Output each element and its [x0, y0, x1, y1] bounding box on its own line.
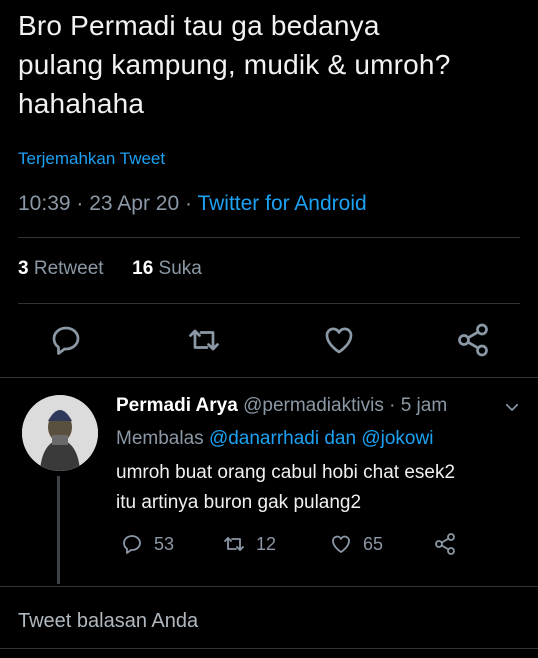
replying-prefix: Membalas [116, 428, 204, 449]
heart-icon [332, 535, 350, 553]
reply-retweet-button[interactable]: 12 [222, 530, 276, 558]
like-stat[interactable]: 16 Suka [132, 258, 202, 279]
tweet-meta: 10:39 · 23 Apr 20 · Twitter for Android [18, 192, 367, 216]
more-options-button[interactable] [503, 398, 521, 416]
reply-age: 5 jam [400, 395, 448, 416]
tweet-stats: 3 Retweet 16 Suka [18, 258, 202, 280]
replying-to: Membalas @danarrhadi dan @jokowi [116, 428, 433, 450]
tweet-time: 10:39 [18, 192, 71, 215]
heart-icon [325, 327, 353, 354]
divider [18, 237, 520, 238]
share-icon [458, 323, 488, 357]
avatar[interactable] [22, 395, 98, 471]
retweet-icon [189, 329, 219, 351]
retweet-count: 3 [18, 258, 29, 279]
share-button[interactable] [455, 322, 491, 358]
retweet-stat-label: Retweet [33, 258, 104, 279]
share-icon [435, 533, 455, 555]
tweet-date: 23 Apr 20 [89, 192, 180, 215]
mention-joiner: dan [324, 428, 357, 449]
translate-tweet-link[interactable]: Terjemahkan Tweet [18, 149, 165, 169]
meta-separator: · [184, 192, 198, 215]
meta-separator: · [76, 192, 90, 215]
reply-like-button[interactable]: 65 [329, 530, 383, 558]
divider [0, 377, 538, 378]
meta-separator: · [389, 395, 401, 416]
like-stat-label: Suka [158, 258, 202, 279]
like-count: 16 [132, 258, 154, 279]
divider [18, 303, 520, 304]
mention-link[interactable]: @jokowi [361, 428, 433, 449]
reply-actions: 53 12 65 [0, 530, 538, 558]
retweet-stat[interactable]: 3 Retweet [18, 258, 109, 279]
tweet-actions [0, 322, 538, 362]
avatar-image [22, 395, 98, 471]
reply-author-name[interactable]: Permadi Arya [116, 395, 238, 416]
reply-share-button[interactable] [433, 530, 467, 558]
comment-icon [123, 535, 141, 554]
reply-text: umroh buat orang cabul hobi chat esek2 i… [116, 462, 456, 513]
like-button[interactable] [321, 322, 357, 358]
retweet-button[interactable] [186, 322, 222, 358]
tweet-text: Bro Permadi tau ga bedanya pulang kampun… [18, 10, 451, 119]
reply-count: 53 [154, 533, 175, 554]
reply-like-count: 65 [363, 533, 384, 554]
reply-header: Permadi Arya @permadiaktivis · 5 jam [116, 395, 447, 417]
reply-reply-button[interactable]: 53 [120, 530, 174, 558]
reply-button[interactable] [48, 322, 84, 358]
divider [0, 586, 538, 587]
reply-composer-input[interactable]: Tweet balasan Anda [18, 610, 198, 633]
reply-retweet-count: 12 [256, 533, 277, 554]
mention-link[interactable]: @danarrhadi [209, 428, 319, 449]
reply-author-handle[interactable]: @permadiaktivis [243, 395, 384, 416]
tweet-source-link[interactable]: Twitter for Android [197, 192, 366, 215]
retweet-icon [224, 537, 244, 551]
chevron-down-icon [505, 403, 519, 411]
comment-icon [52, 326, 80, 355]
divider [0, 648, 538, 649]
